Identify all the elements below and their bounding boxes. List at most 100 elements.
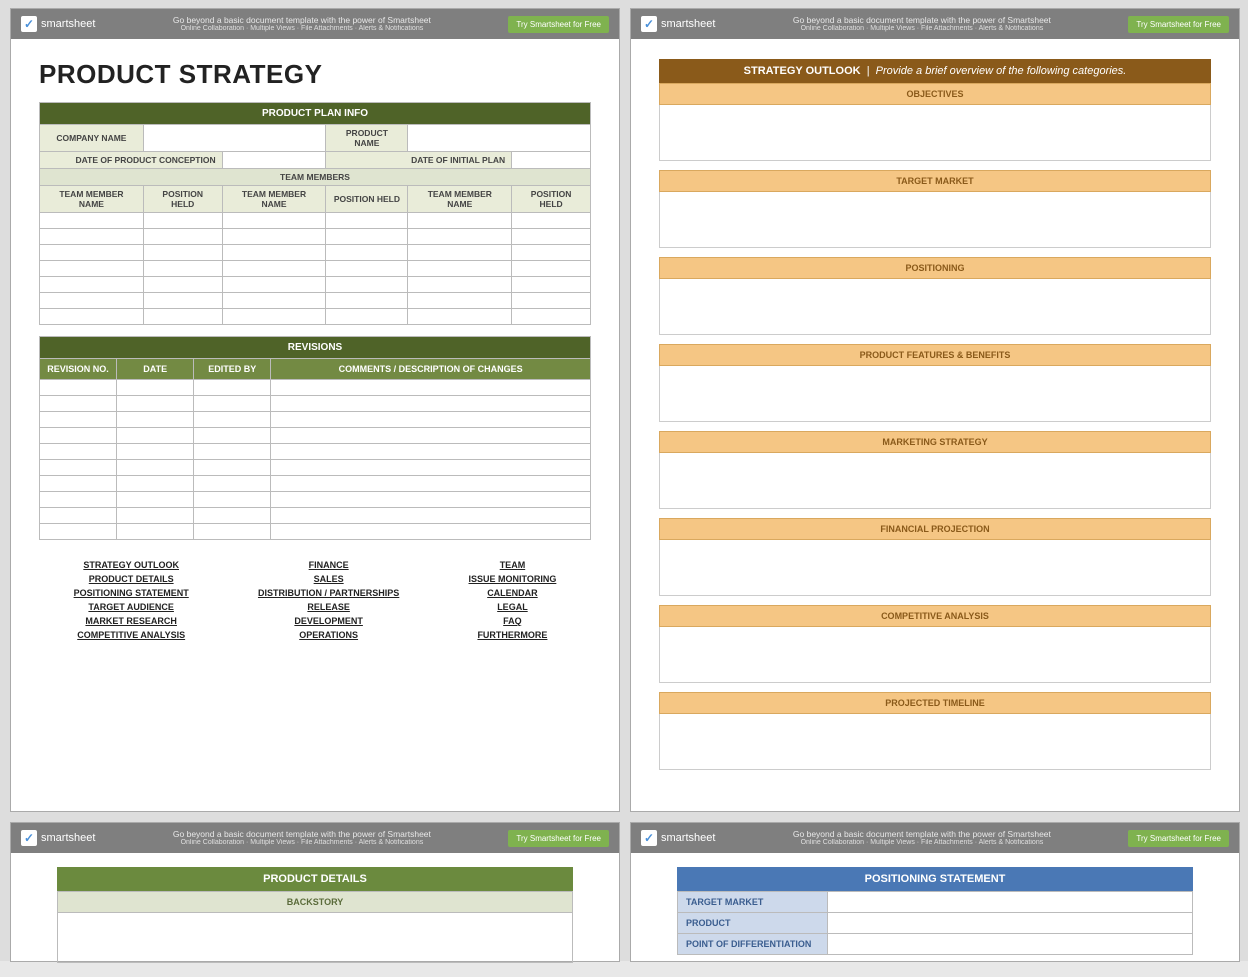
table-cell[interactable] — [222, 229, 326, 245]
table-cell[interactable] — [271, 444, 591, 460]
table-cell[interactable] — [40, 492, 117, 508]
category-body[interactable] — [659, 714, 1211, 770]
input-company-name[interactable] — [143, 125, 326, 152]
category-body[interactable] — [659, 192, 1211, 248]
table-cell[interactable] — [271, 396, 591, 412]
category-body[interactable] — [659, 540, 1211, 596]
table-cell[interactable] — [194, 476, 271, 492]
nav-link[interactable]: PRODUCT DETAILS — [89, 574, 174, 584]
table-cell[interactable] — [40, 460, 117, 476]
nav-link[interactable]: RELEASE — [307, 602, 350, 612]
table-cell[interactable] — [194, 444, 271, 460]
table-cell[interactable] — [512, 293, 591, 309]
table-cell[interactable] — [40, 508, 117, 524]
table-cell[interactable] — [222, 293, 326, 309]
nav-link[interactable]: DEVELOPMENT — [294, 616, 363, 626]
table-cell[interactable] — [271, 380, 591, 396]
table-cell[interactable] — [512, 229, 591, 245]
table-cell[interactable] — [222, 245, 326, 261]
table-cell[interactable] — [40, 396, 117, 412]
table-cell[interactable] — [40, 444, 117, 460]
table-cell[interactable] — [40, 277, 144, 293]
table-cell[interactable] — [40, 261, 144, 277]
input-date-initial-plan[interactable] — [512, 152, 591, 169]
table-cell[interactable] — [143, 261, 222, 277]
table-cell[interactable] — [271, 492, 591, 508]
category-body[interactable] — [659, 627, 1211, 683]
table-cell[interactable] — [408, 245, 512, 261]
table-cell[interactable] — [194, 412, 271, 428]
input-differentiation[interactable] — [828, 934, 1193, 955]
table-cell[interactable] — [40, 293, 144, 309]
table-cell[interactable] — [143, 309, 222, 325]
table-cell[interactable] — [194, 524, 271, 540]
table-cell[interactable] — [117, 396, 194, 412]
table-cell[interactable] — [408, 293, 512, 309]
table-cell[interactable] — [117, 492, 194, 508]
nav-link[interactable]: FAQ — [503, 616, 522, 626]
table-cell[interactable] — [222, 261, 326, 277]
input-product[interactable] — [828, 913, 1193, 934]
try-free-button[interactable]: Try Smartsheet for Free — [1128, 830, 1229, 847]
nav-link[interactable]: FINANCE — [309, 560, 349, 570]
nav-link[interactable]: COMPETITIVE ANALYSIS — [77, 630, 185, 640]
table-cell[interactable] — [117, 444, 194, 460]
table-cell[interactable] — [143, 277, 222, 293]
try-free-button[interactable]: Try Smartsheet for Free — [1128, 16, 1229, 33]
table-cell[interactable] — [194, 380, 271, 396]
table-cell[interactable] — [512, 309, 591, 325]
table-cell[interactable] — [143, 293, 222, 309]
table-cell[interactable] — [143, 213, 222, 229]
nav-link[interactable]: FURTHERMORE — [477, 630, 547, 640]
table-cell[interactable] — [117, 476, 194, 492]
table-cell[interactable] — [271, 508, 591, 524]
table-cell[interactable] — [512, 277, 591, 293]
table-cell[interactable] — [40, 412, 117, 428]
table-cell[interactable] — [194, 460, 271, 476]
table-cell[interactable] — [408, 229, 512, 245]
table-cell[interactable] — [408, 213, 512, 229]
table-cell[interactable] — [117, 380, 194, 396]
table-cell[interactable] — [222, 309, 326, 325]
nav-link[interactable]: SALES — [314, 574, 344, 584]
try-free-button[interactable]: Try Smartsheet for Free — [508, 830, 609, 847]
category-body[interactable] — [659, 279, 1211, 335]
table-cell[interactable] — [117, 428, 194, 444]
table-cell[interactable] — [271, 412, 591, 428]
table-cell[interactable] — [326, 261, 408, 277]
input-target-market[interactable] — [828, 892, 1193, 913]
table-cell[interactable] — [117, 460, 194, 476]
table-cell[interactable] — [512, 213, 591, 229]
table-cell[interactable] — [271, 524, 591, 540]
table-cell[interactable] — [40, 213, 144, 229]
table-cell[interactable] — [408, 261, 512, 277]
table-cell[interactable] — [512, 245, 591, 261]
nav-link[interactable]: ISSUE MONITORING — [469, 574, 557, 584]
table-cell[interactable] — [194, 428, 271, 444]
table-cell[interactable] — [40, 380, 117, 396]
table-cell[interactable] — [326, 213, 408, 229]
table-cell[interactable] — [326, 229, 408, 245]
table-cell[interactable] — [326, 293, 408, 309]
category-body[interactable] — [659, 105, 1211, 161]
table-cell[interactable] — [194, 396, 271, 412]
input-product-name[interactable] — [408, 125, 591, 152]
nav-link[interactable]: CALENDAR — [487, 588, 538, 598]
table-cell[interactable] — [408, 309, 512, 325]
nav-link[interactable]: TARGET AUDIENCE — [88, 602, 174, 612]
table-cell[interactable] — [40, 428, 117, 444]
table-cell[interactable] — [143, 229, 222, 245]
category-body[interactable] — [659, 453, 1211, 509]
table-cell[interactable] — [271, 428, 591, 444]
table-cell[interactable] — [40, 476, 117, 492]
table-cell[interactable] — [143, 245, 222, 261]
nav-link[interactable]: POSITIONING STATEMENT — [74, 588, 189, 598]
table-cell[interactable] — [40, 245, 144, 261]
input-date-conception[interactable] — [222, 152, 326, 169]
table-cell[interactable] — [408, 277, 512, 293]
table-cell[interactable] — [326, 245, 408, 261]
nav-link[interactable]: MARKET RESEARCH — [85, 616, 177, 626]
backstory-body[interactable] — [57, 913, 573, 963]
table-cell[interactable] — [117, 508, 194, 524]
table-cell[interactable] — [117, 524, 194, 540]
